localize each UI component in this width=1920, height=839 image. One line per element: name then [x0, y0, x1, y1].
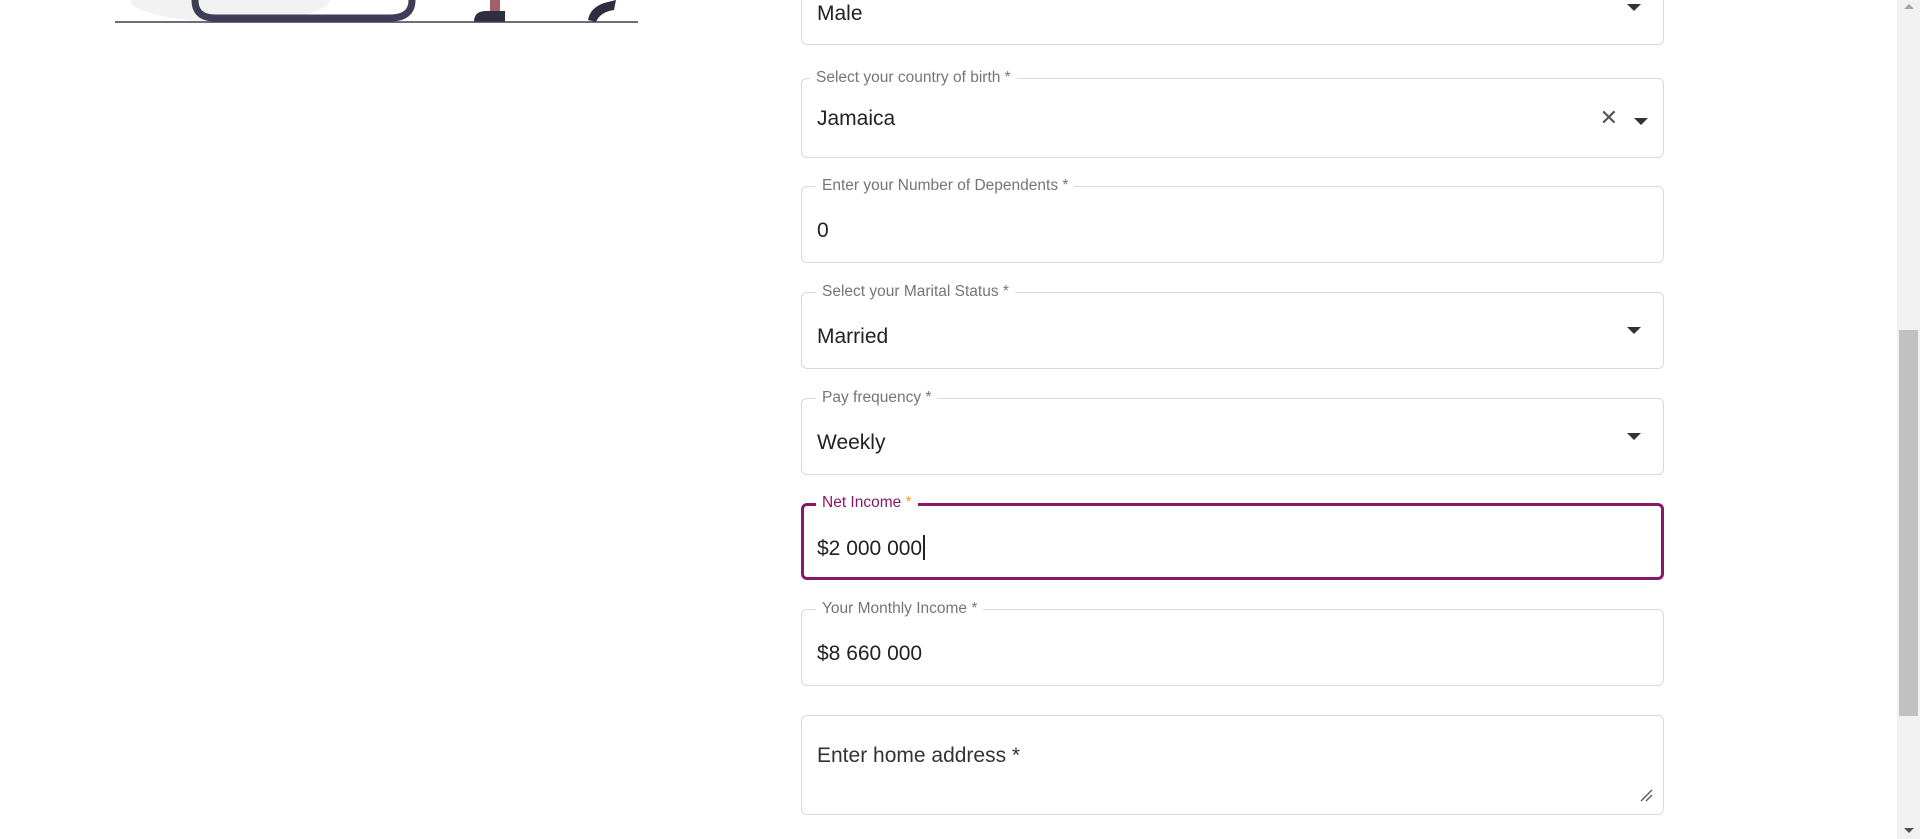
resize-handle-icon[interactable] [1639, 788, 1653, 802]
monthly-income-value[interactable]: $8 660 000 [817, 641, 922, 667]
country-of-birth-select[interactable]: Select your country of birth * Jamaica ✕ [801, 67, 1664, 158]
gender-value: Male [817, 2, 863, 25]
home-address-placeholder: Enter home address * [817, 744, 1021, 767]
monthly-income-label: Your Monthly Income * [816, 598, 984, 620]
pay-frequency-value: Weekly [817, 431, 886, 454]
close-icon[interactable]: ✕ [1600, 107, 1618, 129]
chevron-down-icon[interactable] [1634, 118, 1648, 125]
illustration [115, 0, 638, 23]
pay-frequency-label: Pay frequency * [816, 387, 938, 409]
scroll-down-arrow-icon[interactable] [1904, 828, 1914, 833]
chevron-down-icon[interactable] [1627, 327, 1641, 334]
marital-status-value: Married [817, 325, 889, 348]
dependents-label: Enter your Number of Dependents * [816, 175, 1075, 197]
vertical-scrollbar[interactable] [1897, 0, 1920, 839]
scrollbar-thumb[interactable] [1899, 330, 1918, 716]
net-income-value-text: $2 000 000 [817, 537, 923, 560]
net-income-label-text: Net Income [822, 494, 902, 511]
net-income-value[interactable]: $2 000 000 [817, 535, 925, 562]
dependents-value[interactable]: 0 [817, 218, 829, 244]
net-income-label: Net Income * [816, 492, 918, 514]
chevron-down-icon[interactable] [1627, 4, 1641, 11]
gender-select[interactable]: Male [801, 0, 1664, 45]
scroll-up-arrow-icon[interactable] [1904, 4, 1914, 9]
page: Male Select your country of birth * Jama… [0, 0, 1897, 839]
home-address-textarea[interactable]: Enter home address * [801, 715, 1664, 815]
pay-frequency-select[interactable]: Pay frequency * Weekly [801, 387, 1664, 475]
marital-status-select[interactable]: Select your Marital Status * Married [801, 281, 1664, 369]
dependents-field[interactable]: Enter your Number of Dependents * 0 [801, 175, 1664, 263]
required-mark: * [905, 494, 912, 511]
marital-status-label: Select your Marital Status * [816, 281, 1015, 303]
country-of-birth-label: Select your country of birth * [810, 67, 1017, 89]
country-of-birth-value: Jamaica [817, 107, 896, 130]
net-income-field[interactable]: Net Income * $2 000 000 [801, 492, 1664, 580]
chevron-down-icon[interactable] [1627, 433, 1641, 440]
monthly-income-field[interactable]: Your Monthly Income * $8 660 000 [801, 598, 1664, 686]
text-cursor [923, 535, 925, 560]
